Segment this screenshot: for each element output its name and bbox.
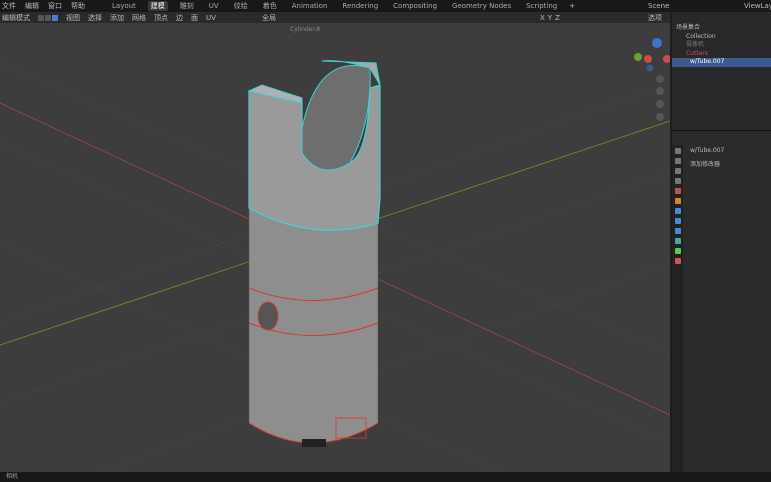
tab-rendering[interactable]: Rendering bbox=[339, 2, 381, 10]
menu-view[interactable]: 视图 bbox=[66, 13, 80, 23]
data-tab-icon[interactable] bbox=[674, 248, 681, 254]
properties-panel: w/Tube.007 添加修改器 bbox=[672, 130, 771, 473]
tab-layout[interactable]: Layout bbox=[109, 2, 139, 10]
tab-compositing[interactable]: Compositing bbox=[390, 2, 440, 10]
menu-face[interactable]: 面 bbox=[191, 13, 198, 23]
menu-edge[interactable]: 边 bbox=[176, 13, 183, 23]
outliner-scene-collection[interactable]: 场景集合 bbox=[672, 24, 771, 33]
tab-texture-paint[interactable]: 纹绘 bbox=[231, 1, 251, 11]
add-modifier-button[interactable]: 添加修改器 bbox=[686, 161, 720, 170]
menu-window[interactable]: 窗口 bbox=[48, 1, 62, 11]
output-tab-icon[interactable] bbox=[674, 168, 681, 174]
view-layer-name: ViewLayer bbox=[744, 2, 771, 10]
axis-x-toggle[interactable]: X bbox=[540, 14, 545, 22]
outliner-item-camera[interactable]: 摄像机 bbox=[672, 41, 771, 50]
physics-tab-icon[interactable] bbox=[674, 228, 681, 234]
modifier-tab-icon[interactable] bbox=[674, 208, 681, 214]
properties-object-name: w/Tube.007 bbox=[690, 147, 725, 154]
axis-z-toggle[interactable]: Z bbox=[555, 14, 560, 22]
tab-animation[interactable]: Animation bbox=[289, 2, 331, 10]
tab-sculpting[interactable]: 雕刻 bbox=[177, 1, 197, 11]
tab-modeling[interactable]: 建模 bbox=[147, 1, 168, 11]
outliner: 场景集合 Collection 摄像机 Cutters w/Tube.007 bbox=[672, 12, 771, 130]
viewport-canvas: Cylinder.8 bbox=[0, 26, 670, 472]
render-tab-icon[interactable] bbox=[674, 158, 681, 164]
top-bar: 文件 编辑 窗口 帮助 Layout 建模 雕刻 UV 纹绘 着色 Animat… bbox=[0, 0, 771, 12]
viewport-nav-buttons[interactable] bbox=[656, 75, 664, 121]
menu-select[interactable]: 选择 bbox=[88, 13, 102, 23]
mesh-object[interactable] bbox=[247, 60, 381, 447]
menu-help[interactable]: 帮助 bbox=[71, 1, 85, 11]
3d-viewport[interactable]: Cylinder.8 bbox=[0, 23, 670, 472]
scene-name: Scene bbox=[648, 2, 670, 10]
tab-scripting[interactable]: Scripting bbox=[523, 2, 560, 10]
menu-add[interactable]: 添加 bbox=[110, 13, 124, 23]
object-label: Cylinder.8 bbox=[290, 26, 320, 33]
tool-tab-icon[interactable] bbox=[674, 148, 681, 154]
object-tab-icon[interactable] bbox=[674, 198, 681, 204]
mode-dropdown[interactable]: 编辑模式 bbox=[2, 13, 30, 23]
menu-mesh[interactable]: 网格 bbox=[132, 13, 146, 23]
outliner-item-tube[interactable]: w/Tube.007 bbox=[672, 58, 771, 67]
status-text: 相机 bbox=[6, 473, 19, 480]
navigation-gizmo[interactable] bbox=[634, 38, 670, 72]
tab-geometry-nodes[interactable]: Geometry Nodes bbox=[449, 2, 514, 10]
menu-uv[interactable]: UV bbox=[206, 14, 216, 22]
outliner-item-collection[interactable]: Collection bbox=[672, 33, 771, 42]
tab-uv[interactable]: UV bbox=[206, 2, 222, 10]
viewport-header: 编辑模式 视图 选择 添加 网格 顶点 边 面 UV 全局 X Y Z 选项 bbox=[0, 12, 670, 23]
tab-shading[interactable]: 着色 bbox=[260, 1, 280, 11]
material-tab-icon[interactable] bbox=[674, 258, 681, 264]
transform-orientation-dropdown[interactable]: 全局 bbox=[262, 13, 276, 23]
add-workspace-button[interactable]: + bbox=[569, 2, 575, 10]
menu-file[interactable]: 文件 bbox=[2, 1, 16, 11]
status-bar: 相机 bbox=[0, 472, 771, 482]
constraints-tab-icon[interactable] bbox=[674, 238, 681, 244]
outliner-item-cutters[interactable]: Cutters bbox=[672, 50, 771, 59]
view-layer-selector[interactable]: ViewLayer bbox=[744, 2, 771, 10]
axis-y-toggle[interactable]: Y bbox=[548, 14, 552, 22]
menu-edit[interactable]: 编辑 bbox=[25, 1, 39, 11]
scene-tab-icon[interactable] bbox=[674, 188, 681, 194]
scene-selector[interactable]: Scene bbox=[648, 2, 669, 10]
properties-tabs bbox=[672, 145, 683, 473]
view-layer-tab-icon[interactable] bbox=[674, 178, 681, 184]
particles-tab-icon[interactable] bbox=[674, 218, 681, 224]
menu-vertex[interactable]: 顶点 bbox=[154, 13, 168, 23]
options-dropdown[interactable]: 选项 bbox=[648, 13, 662, 23]
mirror-axes: X Y Z bbox=[540, 14, 560, 22]
select-mode-buttons[interactable] bbox=[38, 14, 58, 21]
